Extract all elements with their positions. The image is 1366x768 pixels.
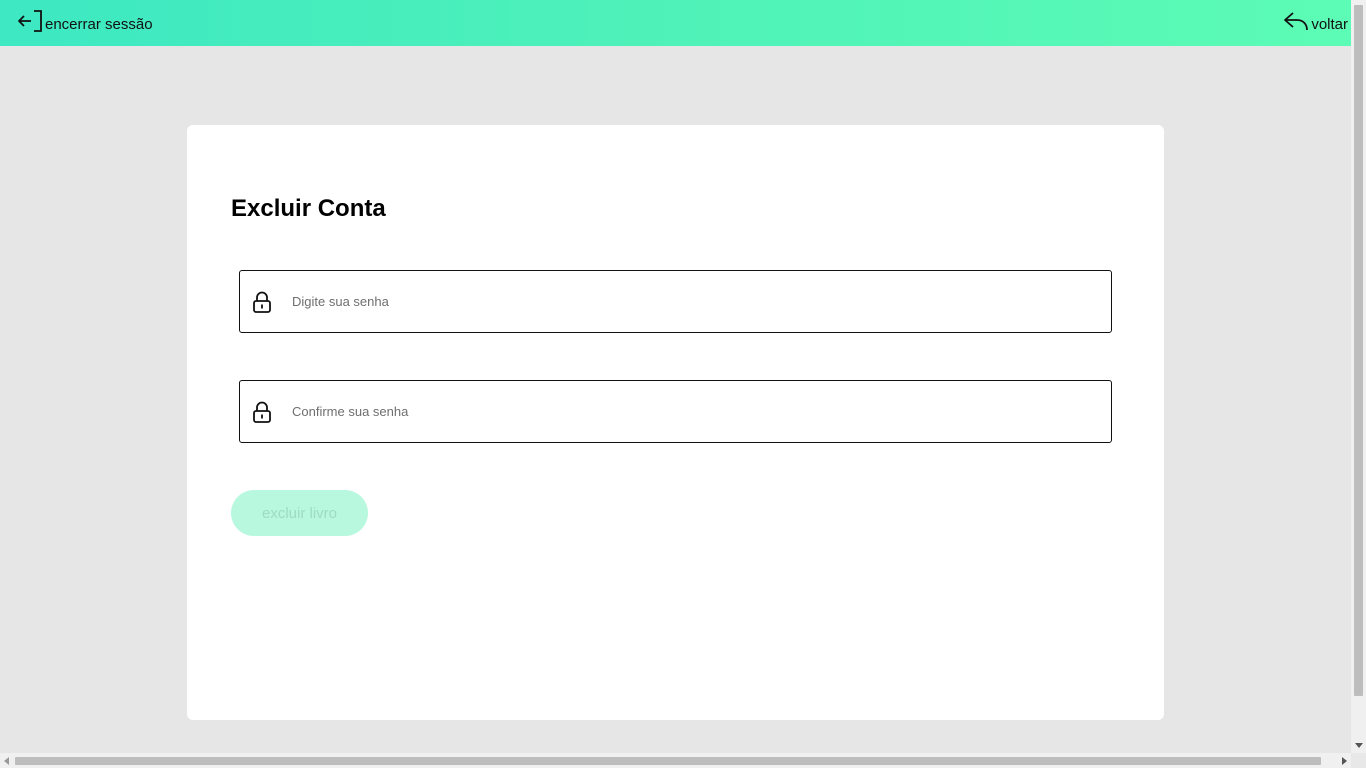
lock-icon bbox=[253, 291, 271, 313]
password-input[interactable] bbox=[290, 293, 1074, 310]
password-field[interactable] bbox=[239, 270, 1112, 333]
scroll-down-arrow-icon[interactable] bbox=[1355, 743, 1363, 748]
delete-account-card: Excluir Conta excluir livro bbox=[187, 125, 1164, 720]
delete-button[interactable]: excluir livro bbox=[231, 490, 368, 536]
top-bar: encerrar sessão voltar bbox=[0, 0, 1351, 46]
reply-arrow-icon bbox=[1284, 12, 1309, 31]
page-title: Excluir Conta bbox=[231, 195, 386, 222]
back-label: voltar bbox=[1311, 16, 1348, 33]
logout-icon bbox=[18, 10, 42, 32]
logout-button[interactable]: encerrar sessão bbox=[17, 9, 153, 33]
horizontal-scrollbar[interactable] bbox=[0, 753, 1351, 768]
back-button[interactable]: voltar bbox=[1283, 9, 1348, 33]
confirm-password-input[interactable] bbox=[290, 403, 1074, 420]
lock-icon bbox=[253, 401, 271, 423]
scroll-left-arrow-icon[interactable] bbox=[4, 757, 9, 765]
scroll-right-arrow-icon[interactable] bbox=[1342, 757, 1347, 765]
vertical-scrollbar[interactable] bbox=[1351, 0, 1366, 753]
logout-label: encerrar sessão bbox=[45, 16, 153, 33]
horizontal-scrollbar-thumb[interactable] bbox=[15, 757, 1321, 765]
vertical-scrollbar-thumb[interactable] bbox=[1354, 5, 1363, 696]
confirm-password-field[interactable] bbox=[239, 380, 1112, 443]
scrollbar-corner bbox=[1351, 753, 1366, 768]
